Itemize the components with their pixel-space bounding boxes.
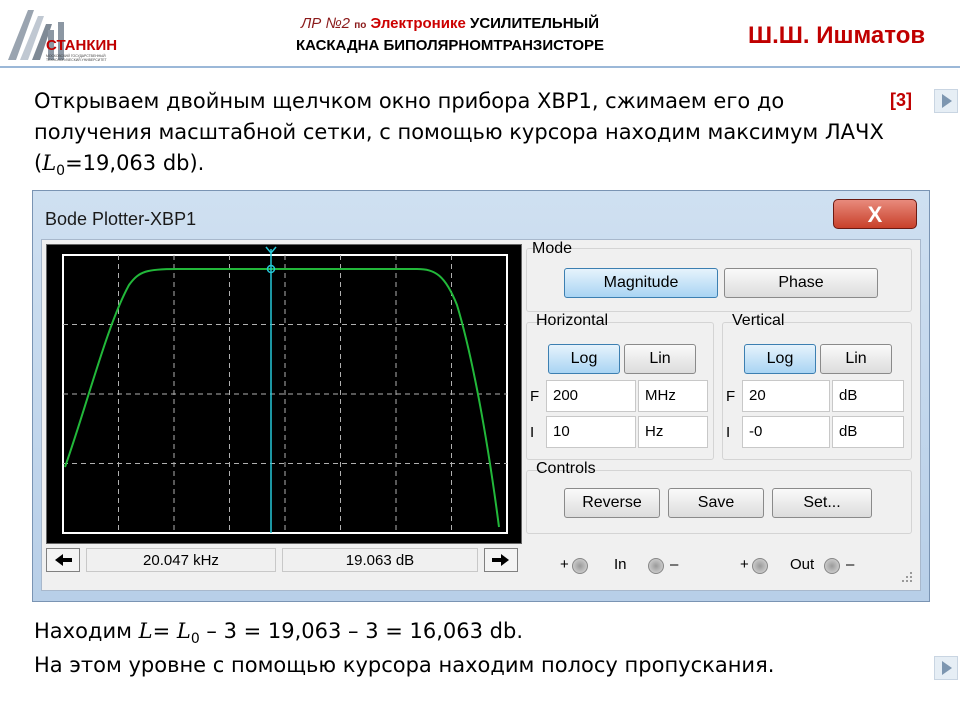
save-button[interactable]: Save [668, 488, 764, 518]
slide-title: ЛР №2 по Электронике УСИЛИТЕЛЬНЫЙ КАСКАД… [230, 14, 670, 56]
in-label: In [614, 556, 627, 573]
title-po: по [354, 20, 367, 31]
vertical-initial-unit[interactable]: dB [832, 416, 904, 448]
title-lab-number: ЛР №2 [300, 15, 351, 32]
frequency-response-curve [64, 268, 500, 528]
horizontal-initial-label: I [530, 424, 535, 441]
out-plus-terminal[interactable] [752, 558, 768, 574]
out-minus-terminal[interactable] [824, 558, 840, 574]
arrow-right-icon [492, 554, 509, 566]
next-slide-button-bottom[interactable] [934, 656, 958, 680]
vertical-log-button[interactable]: Log [744, 344, 816, 374]
next-slide-button[interactable] [934, 89, 958, 113]
vertical-final-label: F [726, 388, 736, 405]
phase-button[interactable]: Phase [724, 268, 878, 298]
out-minus-label: – [846, 556, 855, 573]
set-button[interactable]: Set... [772, 488, 872, 518]
author-name: Ш.Ш. Ишматов [748, 22, 926, 49]
controls-label: Controls [536, 460, 596, 477]
stankin-logo: СТАНКИН МОСКОВСКИЙ ГОСУДАРСТВЕННЫЙ ТЕХНО… [8, 10, 117, 62]
para2-L0: L [176, 619, 191, 643]
para2-eq: = [152, 619, 177, 643]
para1-var: L [42, 151, 57, 175]
para1-sub: 0 [56, 163, 66, 180]
in-minus-terminal[interactable] [648, 558, 664, 574]
resize-grip-icon[interactable] [900, 570, 914, 584]
title-subject: Электронике [370, 15, 466, 32]
title-line2: КАСКАДНА БИПОЛЯРНОМТРАНЗИСТОРЕ [295, 37, 605, 54]
in-plus-label: + [560, 556, 569, 573]
vertical-lin-button[interactable]: Lin [820, 344, 892, 374]
vertical-initial-value[interactable]: -0 [742, 416, 830, 448]
reverse-button[interactable]: Reverse [564, 488, 660, 518]
para2-sub: 0 [190, 631, 200, 648]
vertical-initial-label: I [726, 424, 731, 441]
para2-pre: Находим [34, 619, 139, 643]
para2-end: – 3 = 19,063 – 3 = 16,063 db. [199, 619, 524, 643]
horizontal-final-label: F [530, 388, 540, 405]
bandwidth-instruction: На этом уровне с помощью курсора находим… [34, 653, 775, 677]
cursor-readout-bar: 20.047 kHz 19.063 dB [46, 548, 520, 574]
frequency-readout: 20.047 kHz [86, 548, 276, 572]
horizontal-lin-button[interactable]: Lin [624, 344, 696, 374]
title-rest: УСИЛИТЕЛЬНЫЙ [469, 15, 600, 32]
horizontal-final-value[interactable]: 200 [546, 380, 636, 412]
window-client-area: 20.047 kHz 19.063 dB Mode Magnitude Phas… [41, 239, 921, 591]
gain-readout: 19.063 dB [282, 548, 478, 572]
horizontal-initial-unit[interactable]: Hz [638, 416, 708, 448]
instruction-paragraph: Открываем двойным щелчком окно прибора X… [34, 86, 894, 187]
vertical-final-value[interactable]: 20 [742, 380, 830, 412]
reference-tag: [3] [890, 90, 912, 110]
in-plus-terminal[interactable] [572, 558, 588, 574]
vertical-final-unit[interactable]: dB [832, 380, 904, 412]
horizontal-log-button[interactable]: Log [548, 344, 620, 374]
arrow-left-icon [55, 554, 72, 566]
para1-end: =19,063 db). [65, 151, 205, 175]
out-label: Out [790, 556, 815, 573]
window-title: Bode Plotter-XBP1 [45, 209, 197, 229]
in-minus-label: – [670, 556, 679, 573]
vertical-label: Vertical [732, 312, 785, 329]
svg-text:СТАНКИН: СТАНКИН [46, 37, 117, 54]
bode-plot [46, 244, 522, 544]
horizontal-label: Horizontal [536, 312, 609, 329]
para2-L: L [138, 619, 153, 643]
out-plus-label: + [740, 556, 749, 573]
bode-plotter-window: Bode Plotter-XBP1 X 20.047 kHz 19.063 dB… [32, 190, 930, 602]
svg-text:ТЕХНОЛОГИЧЕСКИЙ УНИВЕРСИТЕТ: ТЕХНОЛОГИЧЕСКИЙ УНИВЕРСИТЕТ [46, 58, 107, 62]
cursor-left-button[interactable] [46, 548, 80, 572]
horizontal-initial-value[interactable]: 10 [546, 416, 636, 448]
cursor-right-button[interactable] [484, 548, 518, 572]
close-button[interactable]: X [833, 199, 917, 229]
header-divider [0, 66, 960, 68]
magnitude-button[interactable]: Magnitude [564, 268, 718, 298]
mode-label: Mode [532, 240, 573, 257]
horizontal-final-unit[interactable]: MHz [638, 380, 708, 412]
